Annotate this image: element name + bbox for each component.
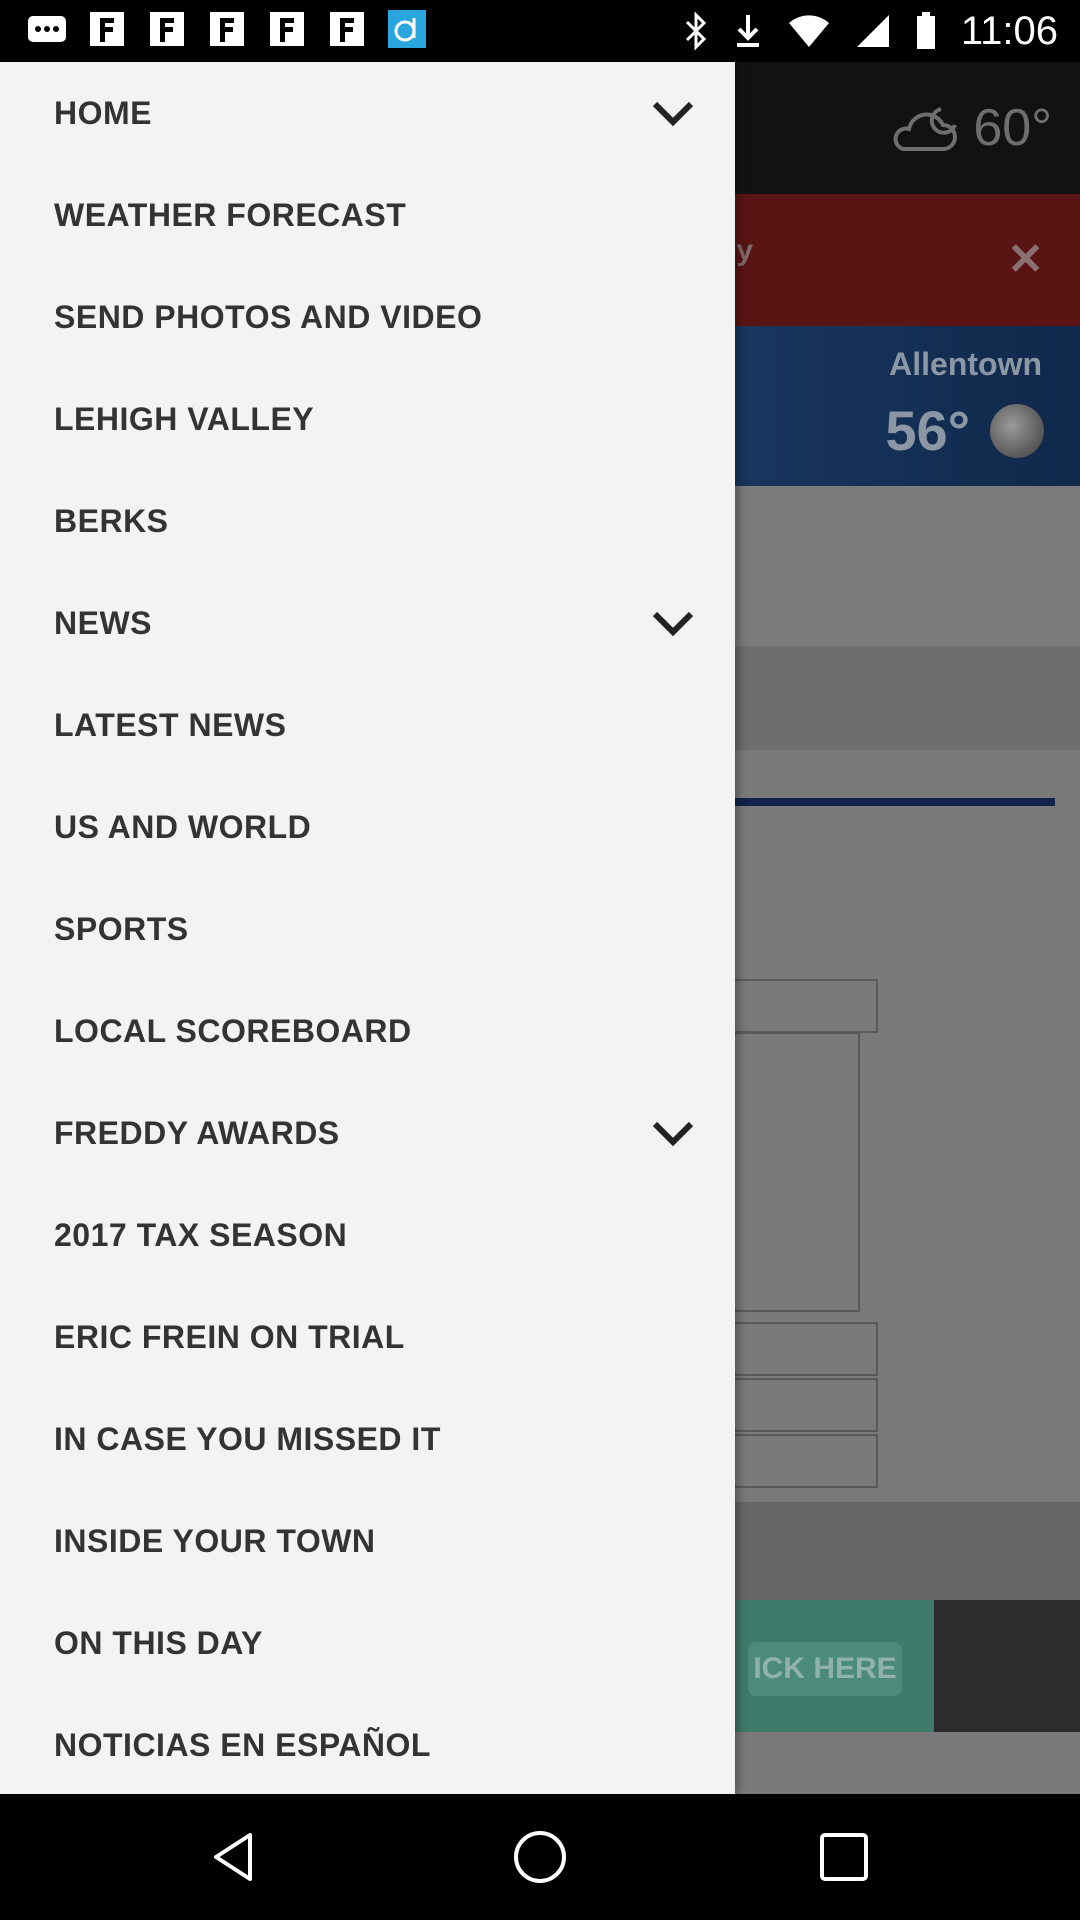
ad-side	[934, 1600, 1080, 1732]
app-f-icon	[270, 12, 304, 46]
drawer-item-label: NOTICIAS EN ESPAÑOL	[54, 1726, 431, 1763]
drawer-item-label: US AND WORLD	[54, 808, 312, 845]
drawer-item-label: BERKS	[54, 502, 169, 539]
recents-icon[interactable]	[814, 1827, 874, 1887]
drawer-item-home[interactable]: HOME	[0, 62, 735, 164]
clock: 11:06	[960, 8, 1058, 53]
system-icons: 11:06	[683, 0, 1058, 62]
drawer-item-on-this-day[interactable]: ON THIS DAY	[0, 1592, 735, 1694]
drawer-item-latest-news[interactable]: LATEST NEWS	[0, 674, 735, 776]
drawer-item-in-case-you-missed-it[interactable]: IN CASE YOU MISSED IT	[0, 1388, 735, 1490]
app-d-icon	[388, 10, 426, 48]
app-f-icon	[90, 12, 124, 46]
header-temperature: 60°	[973, 99, 1052, 157]
moon-icon	[990, 404, 1044, 458]
drawer-item-lehigh-valley[interactable]: LEHIGH VALLEY	[0, 368, 735, 470]
system-nav-bar	[0, 1794, 1080, 1920]
wifi-icon	[788, 15, 829, 47]
drawer-item-label: FREDDY AWARDS	[54, 1114, 340, 1151]
back-icon[interactable]	[206, 1827, 266, 1887]
drawer-item-label: HOME	[54, 94, 152, 131]
drawer-item-label: LATEST NEWS	[54, 706, 287, 743]
drawer-item-label: INSIDE YOUR TOWN	[54, 1522, 376, 1559]
drawer-item-freddy-awards[interactable]: FREDDY AWARDS	[0, 1082, 735, 1184]
drawer-item-label: ON THIS DAY	[54, 1624, 263, 1661]
messages-icon	[28, 16, 66, 42]
chevron-down-icon[interactable]	[649, 96, 697, 130]
drawer-item-noticias-en-espanol[interactable]: NOTICIAS EN ESPAÑOL	[0, 1694, 735, 1794]
drawer-item-us-and-world[interactable]: US AND WORLD	[0, 776, 735, 878]
status-bar: 11:06	[0, 0, 1080, 62]
drawer-item-inside-your-town[interactable]: INSIDE YOUR TOWN	[0, 1490, 735, 1592]
weather-city: Allentown	[889, 346, 1042, 382]
drawer-item-label: LOCAL SCOREBOARD	[54, 1012, 412, 1049]
header-weather: 60°	[889, 98, 1052, 158]
notification-icons	[26, 10, 428, 48]
close-icon: ✕	[1007, 235, 1044, 284]
drawer-item-sports[interactable]: SPORTS	[0, 878, 735, 980]
drawer-item-weather-forecast[interactable]: WEATHER FORECAST	[0, 164, 735, 266]
navigation-drawer: HOME WEATHER FORECAST SEND PHOTOS AND VI…	[0, 62, 735, 1794]
drawer-item-label: WEATHER FORECAST	[54, 196, 407, 233]
drawer-item-label: SEND PHOTOS AND VIDEO	[54, 298, 483, 335]
drawer-item-local-scoreboard[interactable]: LOCAL SCOREBOARD	[0, 980, 735, 1082]
signal-icon	[856, 15, 889, 47]
cloud-moon-icon	[893, 107, 958, 151]
app-f-icon	[210, 12, 244, 46]
drawer-item-label: 2017 TAX SEASON	[54, 1216, 348, 1253]
home-icon[interactable]	[510, 1827, 570, 1887]
bluetooth-icon	[685, 11, 706, 51]
drawer-item-label: SPORTS	[54, 910, 189, 947]
drawer-item-label: LEHIGH VALLEY	[54, 400, 315, 437]
chevron-down-icon[interactable]	[649, 1116, 697, 1150]
drawer-item-send-photos-and-video[interactable]: SEND PHOTOS AND VIDEO	[0, 266, 735, 368]
weather-temp: 56°	[885, 399, 970, 462]
drawer-item-berks[interactable]: BERKS	[0, 470, 735, 572]
drawer-item-2017-tax-season[interactable]: 2017 TAX SEASON	[0, 1184, 735, 1286]
drawer-item-label: NEWS	[54, 604, 152, 641]
drawer-item-eric-frein-on-trial[interactable]: ERIC FREIN ON TRIAL	[0, 1286, 735, 1388]
download-icon	[736, 15, 759, 47]
drawer-item-label: IN CASE YOU MISSED IT	[54, 1420, 441, 1457]
drawer-item-news[interactable]: NEWS	[0, 572, 735, 674]
app-f-icon	[150, 12, 184, 46]
drawer-item-label: ERIC FREIN ON TRIAL	[54, 1318, 405, 1355]
ad-button: ICK HERE	[748, 1642, 902, 1696]
battery-icon	[916, 12, 935, 49]
chevron-down-icon[interactable]	[649, 606, 697, 640]
app-f-icon	[330, 12, 364, 46]
